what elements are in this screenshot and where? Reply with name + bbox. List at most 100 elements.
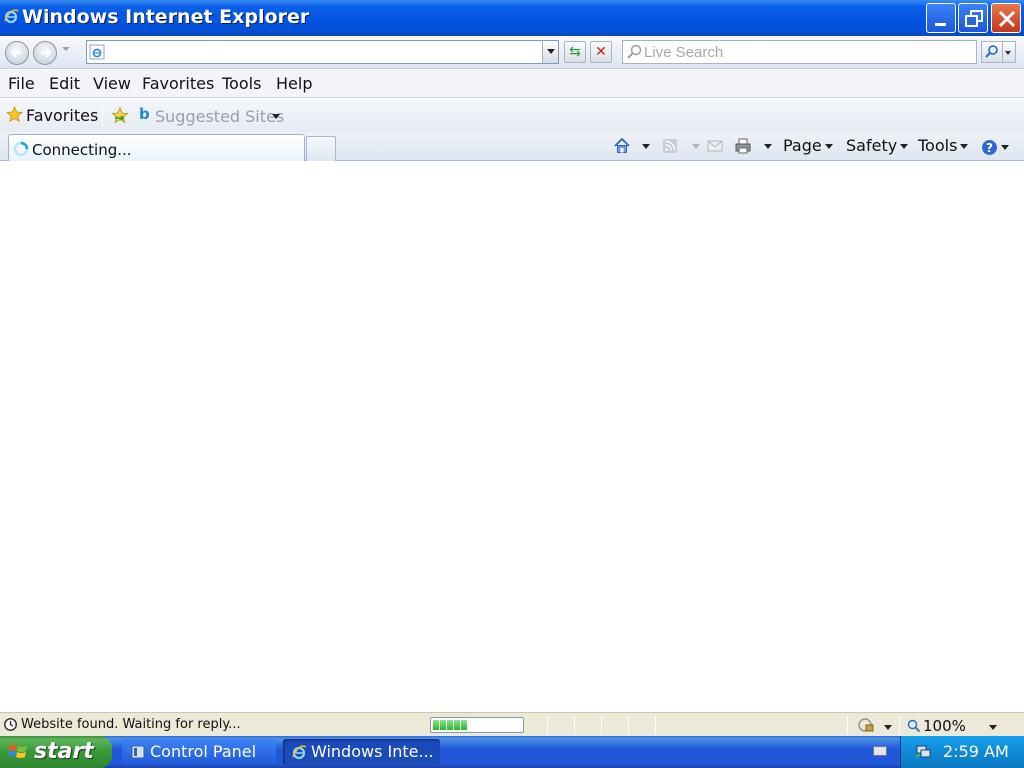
safety-menu-button[interactable]: Safety (846, 136, 909, 158)
tools-dropdown-icon (960, 144, 969, 149)
tools-menu-button[interactable]: Tools (918, 136, 969, 158)
close-icon (998, 10, 1016, 28)
read-mail-icon[interactable] (707, 139, 723, 153)
zoom-icon[interactable] (907, 719, 921, 733)
status-text: Website found. Waiting for reply... (21, 717, 241, 732)
control-panel-icon (131, 745, 145, 759)
recent-pages-dropdown[interactable] (62, 47, 70, 51)
taskbar: start Control Panel Windows Inte... 2:59… (0, 736, 1024, 768)
page-ie-icon (89, 44, 105, 60)
minimize-button[interactable] (926, 3, 956, 33)
feeds-icon[interactable] (662, 138, 678, 154)
menu-tools[interactable]: Tools (222, 74, 261, 93)
feeds-dropdown-icon[interactable] (692, 144, 700, 149)
safety-menu-label: Safety (846, 136, 898, 155)
stop-button[interactable]: ✕ (590, 41, 612, 63)
zoom-level[interactable]: 100% (923, 717, 966, 735)
clock-time[interactable]: 2:59 AM (943, 742, 1009, 761)
search-box[interactable] (622, 40, 977, 64)
status-divider (628, 716, 629, 734)
suggested-sites-dropdown-icon[interactable] (272, 114, 280, 119)
menu-edit[interactable]: Edit (49, 74, 80, 93)
help-menu-button[interactable]: ? (981, 137, 1009, 159)
page-content-area[interactable] (0, 161, 1024, 712)
tab-connecting[interactable]: Connecting... (8, 134, 305, 162)
menu-bar: File Edit View Favorites Tools Help (0, 70, 1024, 98)
add-to-favorites-bar-icon[interactable] (111, 107, 129, 124)
title-bar[interactable]: Windows Internet Explorer (0, 0, 1024, 36)
refresh-button[interactable]: ⇆ (564, 41, 586, 63)
magnifier-icon (985, 45, 998, 58)
status-divider (899, 716, 900, 734)
progress-block (440, 720, 446, 730)
protected-mode-icon[interactable] (857, 718, 875, 733)
bing-icon: b (139, 105, 150, 123)
search-icon (627, 44, 642, 59)
minimize-icon (935, 23, 946, 26)
address-dropdown-button[interactable] (542, 41, 558, 63)
page-menu-button[interactable]: Page (783, 136, 833, 158)
protected-mode-dropdown-icon[interactable] (884, 725, 892, 730)
forward-arrow-icon (41, 48, 52, 58)
taskbar-internet-explorer[interactable]: Windows Inte... (283, 739, 440, 765)
progress-block (447, 720, 453, 730)
ie-logo-icon (292, 745, 307, 760)
start-label: start (34, 739, 94, 764)
windows-flag-icon (8, 745, 27, 758)
favorites-button[interactable]: Favorites (26, 106, 98, 125)
network-icon[interactable] (915, 743, 931, 759)
ie-window: Windows Internet Explorer ⇆ ✕ Live Searc… (0, 0, 1024, 768)
favorites-bar: Favorites b Suggested Sites (0, 99, 1024, 132)
help-icon: ? (982, 140, 997, 155)
home-dropdown-icon[interactable] (642, 144, 650, 149)
back-arrow-icon (10, 48, 21, 58)
forward-button[interactable] (33, 41, 57, 65)
zoom-dropdown-icon[interactable] (989, 725, 997, 730)
ie-logo-icon (4, 9, 19, 24)
tab-label: Connecting... (32, 141, 132, 159)
address-input[interactable] (107, 43, 537, 61)
status-divider (655, 716, 656, 734)
new-tab-button[interactable] (306, 136, 336, 162)
menu-favorites[interactable]: Favorites (142, 74, 214, 93)
progress-block (461, 720, 467, 730)
menu-help[interactable]: Help (276, 74, 312, 93)
search-options-dropdown[interactable] (1003, 41, 1016, 63)
safety-dropdown-icon (900, 144, 909, 149)
search-go-button[interactable] (981, 41, 1003, 63)
keyboard-language-icon[interactable] (873, 746, 887, 756)
tab-row: Connecting... Page Safety Tools ? (0, 132, 1024, 162)
favorites-star-icon (6, 106, 23, 123)
status-divider (547, 716, 548, 734)
progress-block (433, 720, 439, 730)
status-divider (574, 716, 575, 734)
back-button[interactable] (5, 41, 29, 65)
restore-button[interactable] (958, 3, 988, 33)
status-bar: Website found. Waiting for reply... 100% (0, 712, 1024, 736)
suggested-sites-button[interactable]: Suggested Sites (155, 107, 284, 126)
stop-icon: ✕ (595, 44, 607, 60)
status-divider (847, 716, 848, 734)
svg-text:?: ? (986, 141, 993, 155)
system-tray: 2:59 AM (900, 736, 1024, 768)
progress-block (454, 720, 460, 730)
favorites-separator (102, 103, 103, 127)
loading-spinner-icon (13, 141, 29, 157)
taskbar-button-label: Control Panel (150, 742, 257, 761)
menu-file[interactable]: File (8, 74, 35, 93)
loading-progress-bar (430, 717, 524, 733)
print-dropdown-icon[interactable] (764, 144, 772, 149)
start-button[interactable]: start (0, 736, 112, 768)
menu-view[interactable]: View (93, 74, 131, 93)
refresh-icon: ⇆ (569, 44, 581, 60)
address-box[interactable] (86, 40, 559, 64)
search-input[interactable] (644, 43, 964, 61)
home-icon[interactable] (613, 137, 631, 155)
busy-clock-icon (4, 718, 17, 731)
taskbar-control-panel[interactable]: Control Panel (122, 739, 276, 765)
page-menu-label: Page (783, 136, 822, 155)
close-button[interactable] (991, 3, 1021, 33)
navigation-bar: ⇆ ✕ (0, 36, 1024, 69)
tools-menu-label: Tools (918, 136, 958, 155)
print-icon[interactable] (734, 137, 752, 155)
